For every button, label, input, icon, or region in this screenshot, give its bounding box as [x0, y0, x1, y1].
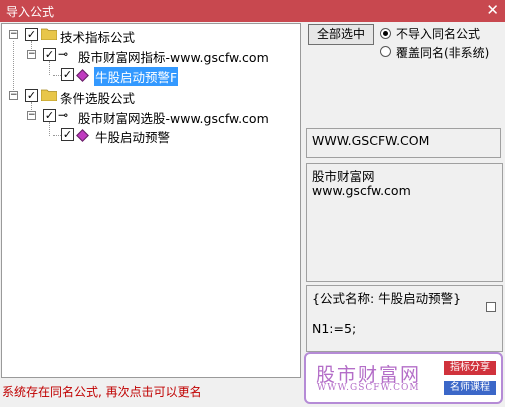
window-title: 导入公式: [6, 5, 55, 19]
tree-node-label: 条件选股公式: [60, 91, 136, 106]
folder-icon: [41, 89, 57, 101]
watermark-tag: 指标分享: [444, 361, 496, 375]
key-icon: ⊸: [58, 108, 69, 122]
collapse-icon[interactable]: −: [9, 91, 18, 100]
tree-node-tech-indicators[interactable]: − ✓ 技术指标公式: [2, 26, 300, 45]
tree-node-formula[interactable]: ✓ 牛股启动预警: [2, 126, 300, 145]
tree-node-label: 技术指标公式: [60, 30, 136, 45]
checkbox[interactable]: ✓: [61, 68, 74, 81]
radio-label: 覆盖同名(非系统): [396, 46, 490, 60]
checkbox[interactable]: ✓: [43, 109, 56, 122]
description-line: www.gscfw.com: [312, 183, 411, 198]
radio-label: 不导入同名公式: [396, 27, 481, 41]
tree-node-gscfw-selection[interactable]: − ✓ ⊸ 股市财富网选股-www.gscfw.com: [2, 107, 300, 126]
formula-code-line: N1:=5;: [312, 321, 357, 336]
checkbox[interactable]: ✓: [25, 89, 38, 102]
close-icon[interactable]: ✕: [486, 1, 499, 19]
select-all-button[interactable]: 全部选中: [308, 24, 374, 45]
tree-node-label: 牛股启动预警F: [94, 67, 179, 86]
tree-node-label: 股市财富网选股-www.gscfw.com: [78, 111, 269, 126]
option-checkbox[interactable]: [486, 302, 496, 312]
tree-node-stock-selection[interactable]: − ✓ 条件选股公式: [2, 87, 300, 106]
formula-preview-panel[interactable]: {公式名称: 牛股启动预警} N1:=5;: [306, 285, 503, 352]
description-panel[interactable]: 股市财富网 www.gscfw.com: [306, 163, 503, 282]
checkbox[interactable]: ✓: [25, 28, 38, 41]
radio-overwrite[interactable]: [380, 46, 391, 57]
watermark-logo: 股市财富网 WWW.GSCFW.COM 指标分享 名师课程: [304, 352, 503, 404]
checkbox[interactable]: ✓: [43, 48, 56, 61]
title-bar: 导入公式 ✕: [0, 0, 505, 22]
collapse-icon[interactable]: −: [27, 111, 36, 120]
watermark-url: WWW.GSCFW.COM: [317, 383, 420, 393]
site-field: WWW.GSCFW.COM: [306, 128, 501, 158]
status-message: 系统存在同名公式, 再次点击可以更名: [2, 385, 202, 399]
collapse-icon[interactable]: −: [27, 50, 36, 59]
tree-node-formula-f[interactable]: ✓ 牛股启动预警F: [2, 66, 300, 86]
tree-node-label: 牛股启动预警: [95, 130, 171, 145]
formula-tree[interactable]: − ✓ 技术指标公式 − ✓ ⊸ 股市财富网指标-www.gscfw.com ✓…: [1, 23, 301, 378]
formula-name-line: {公式名称: 牛股启动预警}: [312, 291, 462, 306]
radio-skip-duplicates[interactable]: [380, 28, 391, 39]
formula-icon: [76, 69, 89, 82]
tree-node-gscfw-indicator[interactable]: − ✓ ⊸ 股市财富网指标-www.gscfw.com: [2, 46, 300, 65]
collapse-icon[interactable]: −: [9, 30, 18, 39]
folder-icon: [41, 28, 57, 40]
formula-icon: [76, 129, 89, 142]
key-icon: ⊸: [58, 47, 69, 61]
watermark-tag: 名师课程: [444, 381, 496, 395]
checkbox[interactable]: ✓: [61, 128, 74, 141]
tree-node-label: 股市财富网指标-www.gscfw.com: [78, 50, 269, 65]
site-text: WWW.GSCFW.COM: [312, 133, 430, 148]
